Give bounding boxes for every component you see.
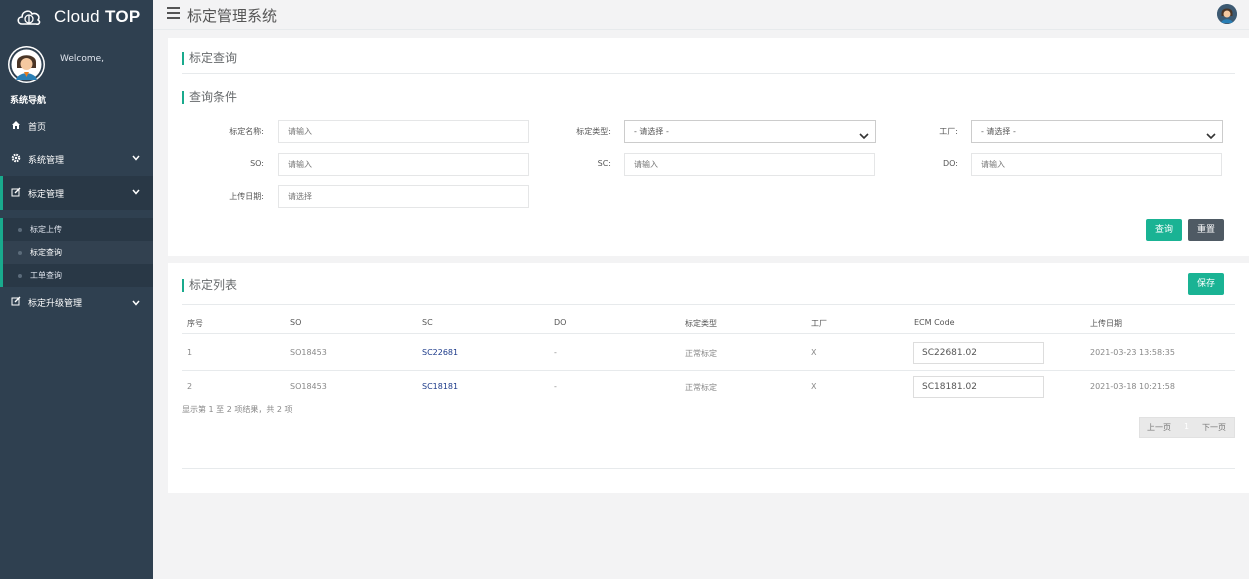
so-input[interactable] bbox=[278, 153, 529, 176]
cell-factory: X bbox=[811, 382, 817, 391]
upload-date-input[interactable] bbox=[278, 185, 529, 208]
name-label: 标定名称: bbox=[229, 127, 264, 136]
brand[interactable]: Cloud TOP bbox=[0, 0, 153, 33]
query-panel: 标定查询 查询条件 标定名称: 标定类型: - 请选择 - 工厂: - 请选择 … bbox=[168, 38, 1249, 256]
bullet-icon bbox=[18, 251, 22, 255]
column-header: ECM Code bbox=[914, 318, 955, 327]
avatar[interactable] bbox=[8, 46, 45, 83]
table-summary: 显示第 1 至 2 项结果，共 2 项 bbox=[182, 405, 293, 414]
chevron-down-icon bbox=[132, 299, 140, 309]
column-header: 上传日期 bbox=[1090, 319, 1122, 328]
divider bbox=[182, 73, 1235, 74]
cloud-logo-icon bbox=[17, 9, 41, 25]
section-title-query: 标定查询 bbox=[182, 52, 237, 65]
sc-label: SC: bbox=[597, 159, 611, 168]
home-icon bbox=[10, 120, 22, 133]
search-button[interactable]: 查询 bbox=[1146, 219, 1182, 241]
ecm-code-input[interactable]: SC22681.02 bbox=[913, 342, 1044, 364]
cell-no: 2 bbox=[187, 382, 193, 391]
user-avatar-icon bbox=[9, 47, 44, 82]
cell-date: 2021-03-18 10:21:58 bbox=[1090, 382, 1175, 391]
factory-select[interactable]: - 请选择 - bbox=[971, 120, 1223, 143]
cell-date: 2021-03-23 13:58:35 bbox=[1090, 348, 1175, 357]
edit-icon bbox=[10, 187, 22, 200]
pagination: 上一页 1 下一页 bbox=[1139, 417, 1235, 438]
list-panel: 标定列表 保存 序号 SO SC DO 标定类型 工厂 ECM Code 上传日… bbox=[168, 263, 1249, 493]
factory-label: 工厂: bbox=[939, 127, 958, 136]
topbar: 标定管理系统 bbox=[153, 0, 1249, 30]
so-label: SO: bbox=[250, 159, 264, 168]
sidebar-subitem-query[interactable]: 标定查询 bbox=[3, 241, 153, 264]
section-title-list: 标定列表 bbox=[182, 279, 237, 292]
sidebar: Cloud TOP Welcome, 系统导航 首页 系统管理 标定管理 标定上… bbox=[0, 0, 153, 579]
calibration-type-select[interactable]: - 请选择 - bbox=[624, 120, 876, 143]
sc-input[interactable] bbox=[624, 153, 875, 176]
cell-sc-link[interactable]: SC18181 bbox=[422, 382, 458, 391]
cell-type: 正常标定 bbox=[685, 383, 717, 392]
cell-no: 1 bbox=[187, 348, 193, 357]
cell-do: - bbox=[554, 348, 557, 357]
page-number[interactable]: 1 bbox=[1184, 422, 1189, 431]
cell-type: 正常标定 bbox=[685, 349, 717, 358]
calibration-submenu: 标定上传 标定查询 工单查询 bbox=[0, 218, 153, 287]
column-header: 工厂 bbox=[811, 319, 827, 328]
next-page-button[interactable]: 下一页 bbox=[1202, 422, 1226, 433]
bullet-icon bbox=[18, 228, 22, 232]
do-label: DO: bbox=[942, 159, 958, 168]
column-header: SO bbox=[290, 318, 302, 327]
save-button[interactable]: 保存 bbox=[1188, 273, 1224, 295]
sidebar-item-system[interactable]: 系统管理 bbox=[0, 142, 153, 176]
avatar[interactable] bbox=[1217, 4, 1237, 24]
divider bbox=[182, 333, 1235, 334]
cell-so: SO18453 bbox=[290, 382, 327, 391]
chevron-down-icon bbox=[132, 154, 140, 164]
date-label: 上传日期: bbox=[229, 192, 264, 201]
divider bbox=[182, 370, 1235, 371]
column-header: SC bbox=[422, 318, 433, 327]
chevron-down-icon bbox=[132, 188, 140, 198]
cell-so: SO18453 bbox=[290, 348, 327, 357]
column-header: DO bbox=[554, 318, 567, 327]
user-profile: Welcome, bbox=[0, 33, 153, 91]
prev-page-button[interactable]: 上一页 bbox=[1147, 422, 1171, 433]
sidebar-item-home[interactable]: 首页 bbox=[0, 110, 153, 142]
ecm-code-input[interactable]: SC18181.02 bbox=[913, 376, 1044, 398]
section-title-conditions: 查询条件 bbox=[182, 91, 237, 104]
sidebar-item-calibration[interactable]: 标定管理 bbox=[0, 176, 153, 210]
cell-sc-link[interactable]: SC22681 bbox=[422, 348, 458, 357]
page-title: 标定管理系统 bbox=[187, 7, 278, 25]
cell-do: - bbox=[554, 382, 557, 391]
divider bbox=[182, 304, 1235, 305]
sidebar-item-label: 标定管理 bbox=[28, 189, 65, 200]
do-input[interactable] bbox=[971, 153, 1222, 176]
sidebar-subitem-workorder[interactable]: 工单查询 bbox=[3, 264, 153, 287]
chevron-down-icon bbox=[859, 127, 869, 148]
hamburger-menu-icon[interactable] bbox=[167, 7, 180, 20]
divider bbox=[182, 468, 1235, 469]
sidebar-item-upgrade[interactable]: 标定升级管理 bbox=[0, 287, 153, 317]
edit-icon bbox=[10, 296, 22, 309]
calibration-name-input[interactable] bbox=[278, 120, 529, 143]
sidebar-subitem-upload[interactable]: 标定上传 bbox=[3, 218, 153, 241]
brand-name: Cloud TOP bbox=[54, 6, 141, 26]
chevron-down-icon bbox=[1206, 127, 1216, 148]
sidebar-item-label: 系统管理 bbox=[28, 155, 65, 166]
gear-icon bbox=[10, 153, 22, 166]
sidebar-item-label: 标定升级管理 bbox=[28, 298, 83, 309]
column-header: 标定类型 bbox=[685, 319, 717, 328]
reset-button[interactable]: 重置 bbox=[1188, 219, 1224, 241]
nav-title: 系统导航 bbox=[10, 96, 47, 106]
type-label: 标定类型: bbox=[576, 127, 611, 136]
sidebar-item-label: 首页 bbox=[28, 122, 47, 133]
welcome-text: Welcome, bbox=[60, 54, 105, 64]
bullet-icon bbox=[18, 274, 22, 278]
user-avatar-icon bbox=[1217, 4, 1237, 24]
column-header: 序号 bbox=[187, 319, 203, 328]
cell-factory: X bbox=[811, 348, 817, 357]
